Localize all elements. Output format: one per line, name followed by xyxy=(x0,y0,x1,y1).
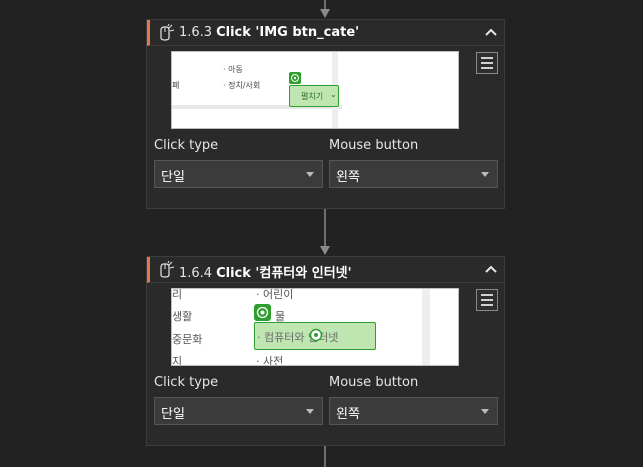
click-type-select[interactable]: 단일 xyxy=(154,160,323,188)
step-card[interactable]: 1.6.4 Click '컴퓨터와 인터넷' 리 생활 중문화 지 · 어린이 ·… xyxy=(146,256,505,446)
mouse-button-value: 왼쪽 xyxy=(336,407,360,422)
preview-item: 중문화 xyxy=(172,333,203,346)
preview-item: 생활 xyxy=(172,310,193,323)
step-header[interactable]: 1.6.4 Click '컴퓨터와 인터넷' xyxy=(147,257,504,283)
target-label: · 컴퓨터와 인터넷 xyxy=(257,331,339,344)
workflow-canvas: 1.6.3 Click 'IMG btn_cate' · 아동 · 정치/사회 폐 xyxy=(0,0,643,467)
preview-item: · 정치/사회 xyxy=(223,81,261,90)
click-type-value: 단일 xyxy=(161,170,185,185)
screenshot-preview-area: · 아동 · 정치/사회 폐 펼치기 ⌄ xyxy=(147,46,504,136)
screenshot-preview[interactable]: 리 생활 중문화 지 · 어린이 · 물 · 사전 · 컴퓨터와 인터넷 xyxy=(171,288,459,366)
preview-fragment: 폐 xyxy=(172,81,180,90)
preview-item: · 어린이 xyxy=(256,288,294,301)
target-marker-icon xyxy=(289,72,301,84)
preview-item: · 아동 xyxy=(223,65,243,74)
chevron-down-icon xyxy=(481,172,489,177)
preview-item: 지 xyxy=(172,355,183,366)
step-card[interactable]: 1.6.3 Click 'IMG btn_cate' · 아동 · 정치/사회 폐 xyxy=(146,19,505,209)
step-title: 1.6.3 Click 'IMG btn_cate' xyxy=(179,25,359,40)
chevron-down-icon xyxy=(306,172,314,177)
collapse-icon[interactable] xyxy=(484,26,498,40)
target-marker-icon xyxy=(254,304,271,321)
step-options: Click type Mouse button 단일 왼쪽 xyxy=(147,373,504,437)
chevron-down-icon xyxy=(481,409,489,414)
screenshot-preview-area: 리 생활 중문화 지 · 어린이 · 물 · 사전 · 컴퓨터와 인터넷 xyxy=(147,283,504,373)
hamburger-menu-icon[interactable] xyxy=(476,52,498,74)
click-type-label: Click type xyxy=(154,375,219,390)
step-number: 1.6.4 xyxy=(179,266,213,281)
mouse-click-icon xyxy=(160,261,175,278)
click-type-select[interactable]: 단일 xyxy=(154,397,323,425)
step-name: Click 'IMG btn_cate' xyxy=(216,25,360,40)
connector-arrow xyxy=(320,9,330,18)
hamburger-menu-icon[interactable] xyxy=(476,289,498,311)
preview-item: · 사전 xyxy=(256,355,284,366)
mouse-button-label: Mouse button xyxy=(329,375,419,390)
target-highlight: 펼치기 ⌄ xyxy=(289,85,339,107)
connector-arrow xyxy=(320,246,330,255)
chevron-down-icon: ⌄ xyxy=(330,90,337,99)
chevron-down-icon xyxy=(306,409,314,414)
mouse-button-value: 왼쪽 xyxy=(336,170,360,185)
mouse-click-icon xyxy=(160,24,175,41)
step-options: Click type Mouse button 단일 왼쪽 xyxy=(147,136,504,200)
screenshot-preview[interactable]: · 아동 · 정치/사회 폐 펼치기 ⌄ xyxy=(171,51,459,129)
mouse-button-select[interactable]: 왼쪽 xyxy=(329,160,498,188)
collapse-icon[interactable] xyxy=(484,263,498,277)
step-header[interactable]: 1.6.3 Click 'IMG btn_cate' xyxy=(147,20,504,46)
target-crosshair-icon xyxy=(309,328,323,342)
preview-scroll xyxy=(422,289,430,365)
connector-line xyxy=(324,446,326,467)
mouse-button-label: Mouse button xyxy=(329,138,419,153)
connector-line xyxy=(324,209,326,247)
step-title: 1.6.4 Click '컴퓨터와 인터넷' xyxy=(179,262,352,281)
mouse-button-select[interactable]: 왼쪽 xyxy=(329,397,498,425)
click-type-label: Click type xyxy=(154,138,219,153)
target-highlight: · 컴퓨터와 인터넷 xyxy=(254,322,376,350)
step-number: 1.6.3 xyxy=(179,25,213,40)
step-name: Click '컴퓨터와 인터넷' xyxy=(216,266,352,281)
preview-item: 리 xyxy=(172,288,183,301)
click-type-value: 단일 xyxy=(161,407,185,422)
target-label: 펼치기 xyxy=(301,92,324,101)
